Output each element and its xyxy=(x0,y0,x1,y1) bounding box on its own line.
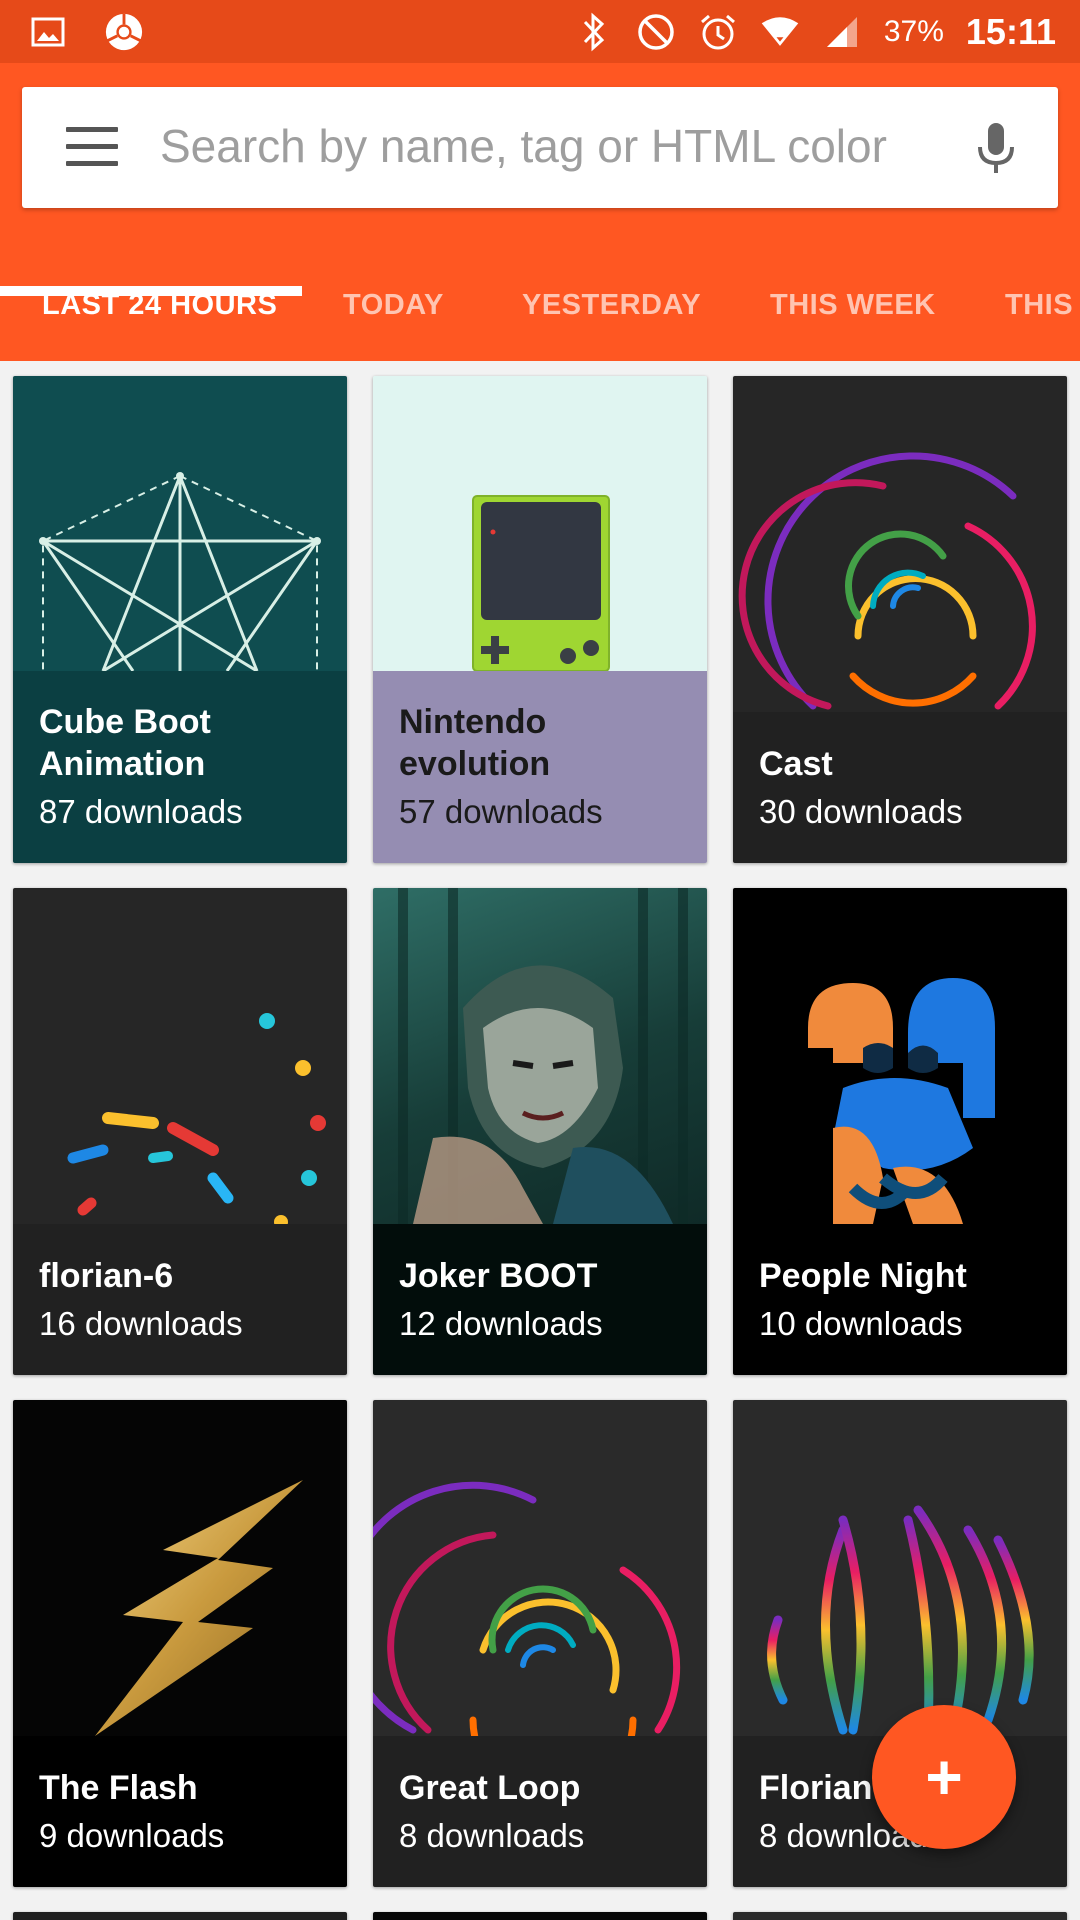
card-title-line: People Night xyxy=(759,1257,967,1295)
gallery-icon xyxy=(28,12,68,52)
signal-icon xyxy=(822,12,862,52)
card-partial xyxy=(13,1912,347,1920)
card-info: Cube Boot Animation 87 downloads xyxy=(13,671,347,863)
card-info: People Night 10 downloads xyxy=(733,1224,1067,1375)
do-not-disturb-icon xyxy=(636,12,676,52)
card-info: Joker BOOT 12 downloads xyxy=(373,1224,707,1375)
card-downloads: 30 downloads xyxy=(759,793,963,830)
wifi-icon xyxy=(760,12,800,52)
card-cube-boot-animation[interactable]: Cube Boot Animation 87 downloads xyxy=(13,376,347,863)
card-thumbnail xyxy=(733,376,1067,712)
card-info: Nintendo evolution 57 downloads xyxy=(373,671,707,863)
add-icon: + xyxy=(925,1741,963,1813)
card-downloads: 8 downloads xyxy=(399,1817,585,1854)
tab-bar: LAST 24 HOURS TODAY YESTERDAY THIS WEEK … xyxy=(0,260,1080,361)
tab-this[interactable]: THIS xyxy=(1005,260,1073,361)
chrome-icon xyxy=(104,12,144,52)
card-title-line: The Flash xyxy=(39,1769,198,1807)
mic-icon[interactable] xyxy=(974,121,1018,177)
card-downloads: 57 downloads xyxy=(399,793,603,830)
add-button[interactable]: + xyxy=(872,1705,1016,1849)
card-thumbnail xyxy=(13,888,347,1229)
tab-this-week[interactable]: THIS WEEK xyxy=(770,260,936,361)
card-partial xyxy=(373,1912,707,1920)
search-bar[interactable]: Search by name, tag or HTML color xyxy=(22,87,1058,208)
tab-last-24-hours[interactable]: LAST 24 HOURS xyxy=(42,260,277,361)
card-info: Great Loop 8 downloads xyxy=(373,1736,707,1887)
tab-indicator xyxy=(0,286,302,296)
card-the-flash[interactable]: The Flash 9 downloads xyxy=(13,1400,347,1887)
alarm-icon xyxy=(698,12,738,52)
card-title-line: Cast xyxy=(759,745,833,783)
tab-today[interactable]: TODAY xyxy=(343,260,444,361)
app-bar: Search by name, tag or HTML color LAST 2… xyxy=(0,63,1080,361)
clock: 15:11 xyxy=(965,10,1056,52)
card-downloads: 87 downloads xyxy=(39,793,243,830)
card-downloads: 10 downloads xyxy=(759,1305,963,1342)
card-title-line: evolution xyxy=(399,745,551,783)
card-florian-6[interactable]: florian-6 16 downloads xyxy=(13,888,347,1375)
card-thumbnail xyxy=(373,1400,707,1804)
card-joker-boot[interactable]: Joker BOOT 12 downloads xyxy=(373,888,707,1375)
status-bar: 37% 15:11 xyxy=(0,0,1080,63)
card-thumbnail xyxy=(13,1400,347,1736)
card-cast[interactable]: Cast 30 downloads xyxy=(733,376,1067,863)
card-title-line: Great Loop xyxy=(399,1769,581,1807)
card-info: florian-6 16 downloads xyxy=(13,1224,347,1375)
card-downloads: 9 downloads xyxy=(39,1817,225,1854)
bluetooth-icon xyxy=(574,12,614,52)
card-title-line: Animation xyxy=(39,745,206,783)
card-partial xyxy=(733,1912,1067,1920)
card-title-line: Cube Boot xyxy=(39,703,211,741)
card-downloads: 16 downloads xyxy=(39,1305,243,1342)
card-people-night[interactable]: People Night 10 downloads xyxy=(733,888,1067,1375)
card-downloads: 12 downloads xyxy=(399,1305,603,1342)
card-thumbnail xyxy=(373,376,707,672)
card-info: The Flash 9 downloads xyxy=(13,1736,347,1887)
tab-yesterday[interactable]: YESTERDAY xyxy=(522,260,701,361)
card-thumbnail xyxy=(733,1400,1067,1736)
search-input[interactable]: Search by name, tag or HTML color xyxy=(160,119,887,173)
card-thumbnail xyxy=(373,888,707,1224)
battery-percentage: 37% xyxy=(883,14,944,48)
card-thumbnail xyxy=(733,888,1067,1224)
card-thumbnail xyxy=(13,376,347,673)
card-info: Cast 30 downloads xyxy=(733,712,1067,863)
card-title-line: florian-6 xyxy=(39,1257,174,1295)
card-title-line: Nintendo xyxy=(399,703,547,741)
card-nintendo-evolution[interactable]: Nintendo evolution 57 downloads xyxy=(373,376,707,863)
menu-icon[interactable] xyxy=(66,127,118,167)
card-title-line: Joker BOOT xyxy=(399,1257,598,1295)
card-great-loop[interactable]: Great Loop 8 downloads xyxy=(373,1400,707,1887)
